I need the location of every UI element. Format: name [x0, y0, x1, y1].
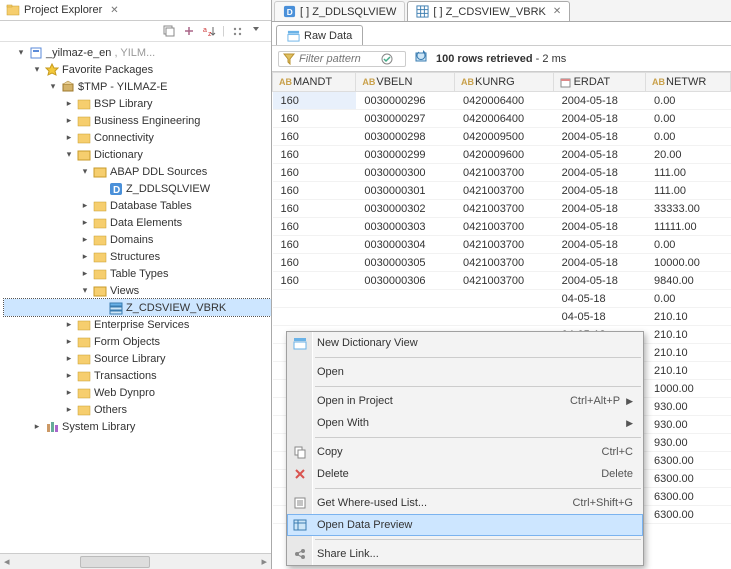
tree-project-root[interactable]: ▾_yilmaz-e_en , YILM...: [4, 44, 271, 61]
grid-icon: [416, 5, 429, 18]
tree-data-elements[interactable]: ▸Data Elements: [4, 214, 271, 231]
copy-icon: [292, 444, 308, 460]
tab-raw-data[interactable]: Raw Data: [276, 25, 363, 46]
explorer-toolbar: az |: [0, 21, 271, 42]
project-explorer-panel: Project Explorer ✕ az | ▾_yilmaz-e_en , …: [0, 0, 272, 569]
tree-system-library[interactable]: ▸System Library: [4, 418, 271, 435]
tree-source-library[interactable]: ▸Source Library: [4, 350, 271, 367]
table-row[interactable]: 04-05-18210.10: [273, 308, 731, 326]
submenu-arrow-icon: ▶: [626, 396, 633, 407]
menu-open-with[interactable]: Open With▶: [287, 412, 643, 434]
project-explorer-icon: [6, 3, 20, 17]
table-row[interactable]: 160003000030104210037002004-05-18111.00: [273, 182, 731, 200]
menu-new-dictionary-view[interactable]: New Dictionary View: [287, 332, 643, 354]
tree-db-tables[interactable]: ▸Database Tables: [4, 197, 271, 214]
project-tree[interactable]: ▾_yilmaz-e_en , YILM... ▾Favorite Packag…: [0, 42, 271, 553]
tree-connectivity[interactable]: ▸Connectivity: [4, 129, 271, 146]
table-icon: [292, 335, 308, 351]
menu-copy[interactable]: CopyCtrl+C: [287, 441, 643, 463]
tree-business-eng[interactable]: ▸Business Engineering: [4, 112, 271, 129]
menu-share-link[interactable]: Share Link...: [287, 543, 643, 565]
tree-structures[interactable]: ▸Structures: [4, 248, 271, 265]
close-icon[interactable]: ✕: [553, 6, 561, 17]
table-row[interactable]: 160003000030204210037002004-05-1833333.0…: [273, 200, 731, 218]
view-menu-icon[interactable]: [231, 24, 245, 38]
table-row[interactable]: 160003000030504210037002004-05-1810000.0…: [273, 254, 731, 272]
panel-title-label: Project Explorer: [24, 4, 102, 16]
menu-open[interactable]: Open: [287, 361, 643, 383]
menu-open-in-project[interactable]: Open in ProjectCtrl+Alt+P▶: [287, 390, 643, 412]
table-row[interactable]: 160003000030004210037002004-05-18111.00: [273, 164, 731, 182]
tree-views[interactable]: ▾Views: [4, 282, 271, 299]
tree-transactions[interactable]: ▸Transactions: [4, 367, 271, 384]
dropdown-icon[interactable]: [251, 24, 265, 38]
sort-icon[interactable]: az: [202, 24, 216, 38]
col-mandt[interactable]: ABMANDT: [273, 73, 356, 92]
filter-pattern-input[interactable]: [278, 51, 406, 67]
svg-text:D: D: [287, 7, 293, 17]
tab-zcdsview[interactable]: [ ] Z_CDSVIEW_VBRK ✕: [407, 1, 570, 21]
apply-icon[interactable]: [381, 53, 393, 65]
tree-table-types[interactable]: ▸Table Types: [4, 265, 271, 282]
tree-form-objects[interactable]: ▸Form Objects: [4, 333, 271, 350]
table-row[interactable]: 160003000030404210037002004-05-180.00: [273, 236, 731, 254]
collapse-all-icon[interactable]: [162, 24, 176, 38]
filter-bar: 100 rows retrieved - 2 ms: [272, 45, 731, 72]
grid-header-row: ABMANDT ABVBELN ABKUNRG ERDAT ABNETWR: [273, 73, 731, 92]
table-row[interactable]: 160003000029804200095002004-05-180.00: [273, 128, 731, 146]
status-text: 100 rows retrieved - 2 ms: [436, 53, 566, 65]
col-vbeln[interactable]: ABVBELN: [356, 73, 455, 92]
tree-zcdsview[interactable]: ▸Z_CDSVIEW_VBRK: [4, 299, 271, 316]
table-row[interactable]: 160003000030304210037002004-05-1811111.0…: [273, 218, 731, 236]
refresh-icon[interactable]: [414, 50, 428, 67]
table-row[interactable]: 160003000029704200064002004-05-180.00: [273, 110, 731, 128]
preview-icon: [292, 517, 308, 533]
table-row[interactable]: 160003000030604210037002004-05-189840.00: [273, 272, 731, 290]
menu-delete[interactable]: DeleteDelete: [287, 463, 643, 485]
tree-dictionary[interactable]: ▾Dictionary: [4, 146, 271, 163]
funnel-icon: [283, 53, 295, 65]
panel-title-bar: Project Explorer ✕: [0, 0, 271, 21]
col-kunrg[interactable]: ABKUNRG: [454, 73, 553, 92]
tree-tmp-package[interactable]: ▾$TMP - YILMAZ-E: [4, 78, 271, 95]
svg-text:D: D: [113, 185, 120, 196]
context-menu: New Dictionary View Open Open in Project…: [286, 331, 644, 566]
table-row[interactable]: 160003000029904200096002004-05-1820.00: [273, 146, 731, 164]
tree-ddl-sources[interactable]: ▾ABAP DDL Sources: [4, 163, 271, 180]
editor-tab-bar: D [ ] Z_DDLSQLVIEW [ ] Z_CDSVIEW_VBRK ✕: [272, 0, 731, 22]
tree-domains[interactable]: ▸Domains: [4, 231, 271, 248]
tab-zddlsqlview[interactable]: D [ ] Z_DDLSQLVIEW: [274, 1, 405, 21]
col-netwr[interactable]: ABNETWR: [646, 73, 731, 92]
tree-enterprise-services[interactable]: ▸Enterprise Services: [4, 316, 271, 333]
submenu-arrow-icon: ▶: [626, 418, 633, 429]
tree-favorite-packages[interactable]: ▾Favorite Packages: [4, 61, 271, 78]
menu-open-data-preview[interactable]: Open Data Preview: [287, 514, 643, 536]
col-erdat[interactable]: ERDAT: [553, 73, 645, 92]
svg-text:a: a: [203, 27, 207, 34]
delete-icon: [292, 466, 308, 482]
table-icon: [287, 29, 300, 42]
tree-bsp-library[interactable]: ▸BSP Library: [4, 95, 271, 112]
horizontal-scrollbar[interactable]: ◂▸: [0, 553, 271, 569]
share-icon: [292, 546, 308, 562]
close-icon[interactable]: ✕: [110, 5, 118, 16]
menu-where-used[interactable]: Get Where-used List...Ctrl+Shift+G: [287, 492, 643, 514]
table-row[interactable]: 160003000029604200064002004-05-180.00: [273, 92, 731, 110]
tree-web-dynpro[interactable]: ▸Web Dynpro: [4, 384, 271, 401]
link-editor-icon[interactable]: [182, 24, 196, 38]
table-row[interactable]: 04-05-180.00: [273, 290, 731, 308]
tree-others[interactable]: ▸Others: [4, 401, 271, 418]
svg-text:z: z: [208, 31, 212, 38]
ddl-icon: D: [283, 5, 296, 18]
list-icon: [292, 495, 308, 511]
tree-zddlsqlview[interactable]: ▸DZ_DDLSQLVIEW: [4, 180, 271, 197]
